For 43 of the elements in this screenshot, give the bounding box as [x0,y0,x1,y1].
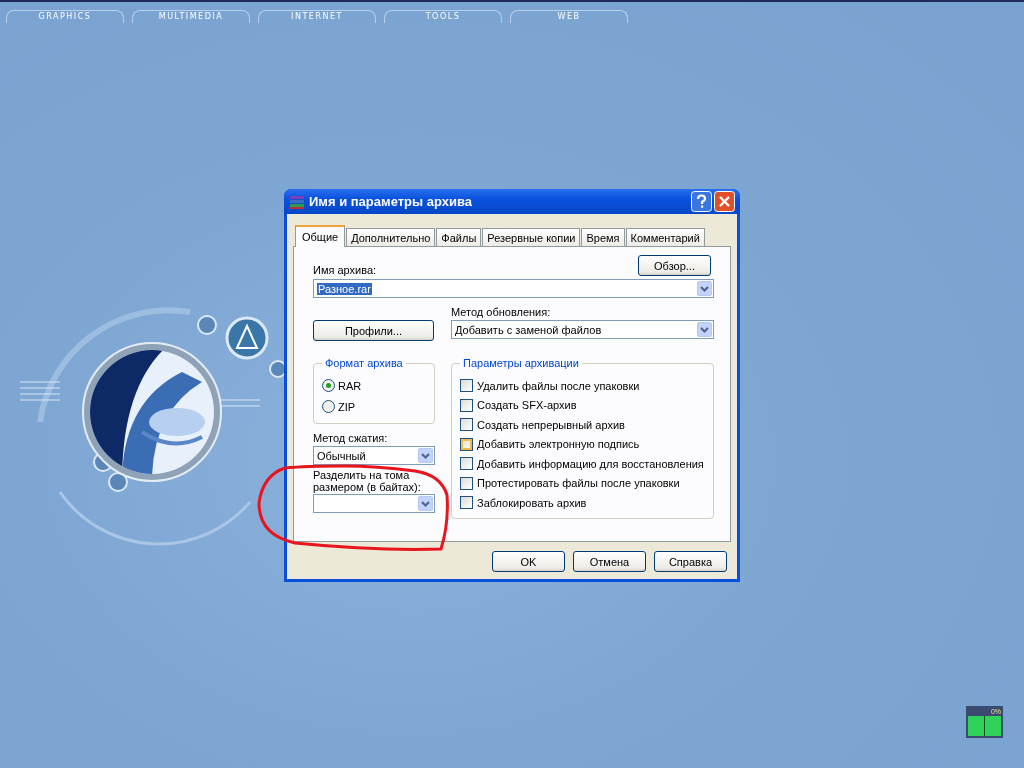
tab[interactable]: Дополнительно [346,228,436,246]
checkbox[interactable] [460,437,473,451]
checkbox-label: Добавить электронную подпись [477,438,640,451]
cancel-button[interactable]: Отмена [573,551,646,572]
update-method-label: Метод обновления: [451,306,552,318]
checkbox-label: Протестировать файлы после упаковки [477,477,680,490]
update-method-dropdown[interactable]: Добавить с заменой файлов [451,320,714,339]
checkbox-label: Добавить информацию для восстановления [477,457,704,470]
radio-button[interactable] [322,400,335,413]
radio-label: ZIP [338,400,356,413]
checkbox[interactable] [460,398,473,412]
checkbox-label: Создать SFX-архив [477,399,577,412]
compression-method-dropdown[interactable]: Обычный [313,446,435,465]
split-volumes-label: Разделить на тома размером (в байтах): [313,469,422,493]
profiles-button[interactable]: Профили... [313,320,434,341]
checkbox-label: Удалить файлы после упаковки [477,379,640,392]
compression-method-label: Метод сжатия: [313,432,389,444]
checkbox[interactable] [460,418,473,432]
tab[interactable]: Общие [295,225,346,247]
tab[interactable]: Резервные копии [482,228,581,246]
window-title: Имя и параметры архива [309,194,473,209]
archive-name-field[interactable]: Разное.rar [313,279,714,298]
close-icon[interactable] [714,191,735,212]
books-icon [289,193,305,210]
ok-button[interactable]: OK [492,551,565,572]
checkbox-label: Создать непрерывный архив [477,418,625,431]
help-button[interactable]: Справка [654,551,727,572]
checkbox[interactable] [460,457,473,471]
checkbox-label: Заблокировать архив [477,496,587,509]
checkbox[interactable] [460,476,473,490]
checkbox[interactable] [460,379,473,393]
group-title: Формат архива [322,357,406,369]
radio-button[interactable] [322,379,335,392]
tab[interactable]: Файлы [436,228,482,246]
split-volumes-dropdown[interactable] [313,494,435,513]
help-icon[interactable] [691,191,712,212]
browse-button[interactable]: Обзор... [638,255,711,276]
checkbox[interactable] [460,496,473,510]
group-title: Параметры архивации [460,357,582,369]
tab[interactable]: Время [581,228,625,246]
archive-name-label: Имя архива: [313,264,377,276]
tab[interactable]: Комментарий [625,228,705,246]
radio-label: RAR [338,379,362,392]
